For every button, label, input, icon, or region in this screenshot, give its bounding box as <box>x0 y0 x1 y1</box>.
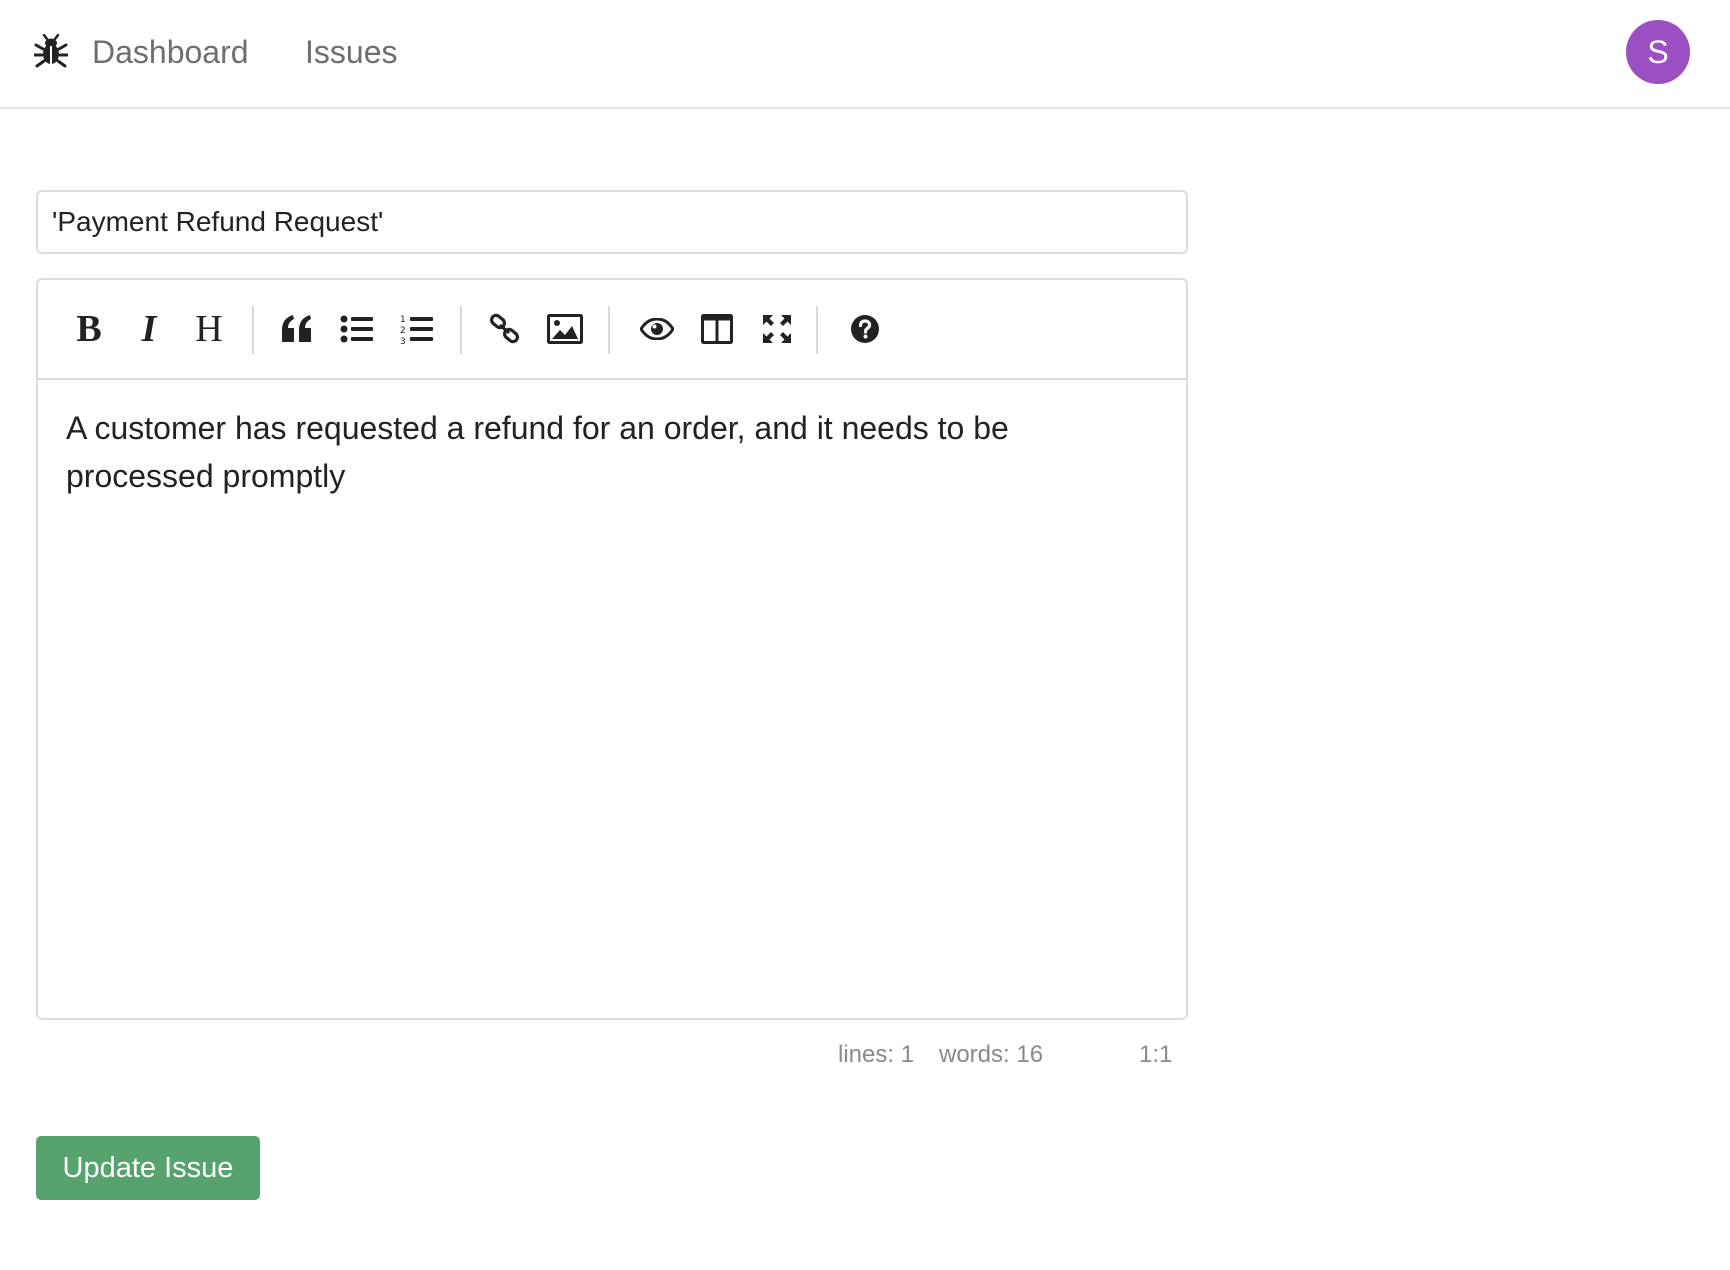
bug-icon[interactable] <box>34 34 68 68</box>
quote-button[interactable] <box>272 304 322 354</box>
toolbar-separator <box>460 306 462 354</box>
user-avatar[interactable]: S <box>1626 20 1690 84</box>
image-button[interactable] <box>540 304 590 354</box>
italic-button[interactable]: I <box>124 304 174 354</box>
toolbar-separator <box>608 306 610 354</box>
image-icon <box>547 314 583 344</box>
quote-icon <box>280 314 314 344</box>
issue-title-input[interactable] <box>36 190 1188 254</box>
nav-link-issues[interactable]: Issues <box>305 30 397 74</box>
status-lines: lines: 1 <box>838 1041 915 1068</box>
editor-toolbar: B I H 1 2 3 <box>38 280 1186 380</box>
toolbar-separator <box>816 306 818 354</box>
fullscreen-button[interactable] <box>752 304 802 354</box>
navbar: Dashboard Issues S <box>0 0 1730 109</box>
svg-text:2: 2 <box>400 326 406 336</box>
ordered-list-button[interactable]: 1 2 3 <box>392 304 442 354</box>
bold-button[interactable]: B <box>64 304 114 354</box>
editor-content[interactable]: A customer has requested a refund for an… <box>66 404 1146 984</box>
fullscreen-icon <box>762 314 792 344</box>
markdown-editor: B I H 1 2 3 A customer has requested a r… <box>36 278 1188 1020</box>
side-by-side-icon <box>701 314 733 344</box>
help-icon <box>850 314 880 344</box>
italic-icon: I <box>141 308 157 350</box>
side-by-side-button[interactable] <box>692 304 742 354</box>
unordered-list-icon <box>340 315 374 343</box>
unordered-list-button[interactable] <box>332 304 382 354</box>
status-cursor: 1:1 <box>1139 1041 1173 1068</box>
bold-icon: B <box>76 308 102 350</box>
status-words: words: 16 <box>939 1041 1044 1068</box>
ordered-list-icon: 1 2 3 <box>400 313 434 345</box>
link-icon <box>489 313 521 345</box>
update-issue-button[interactable]: Update Issue <box>36 1136 260 1200</box>
svg-text:1: 1 <box>400 315 406 325</box>
heading-icon: H <box>195 308 223 350</box>
nav-link-dashboard[interactable]: Dashboard <box>92 30 249 74</box>
heading-button[interactable]: H <box>184 304 234 354</box>
toolbar-separator <box>252 306 254 354</box>
preview-eye-icon <box>640 318 674 340</box>
preview-button[interactable] <box>632 304 682 354</box>
help-button[interactable] <box>840 304 890 354</box>
svg-text:3: 3 <box>400 337 406 345</box>
link-button[interactable] <box>480 304 530 354</box>
